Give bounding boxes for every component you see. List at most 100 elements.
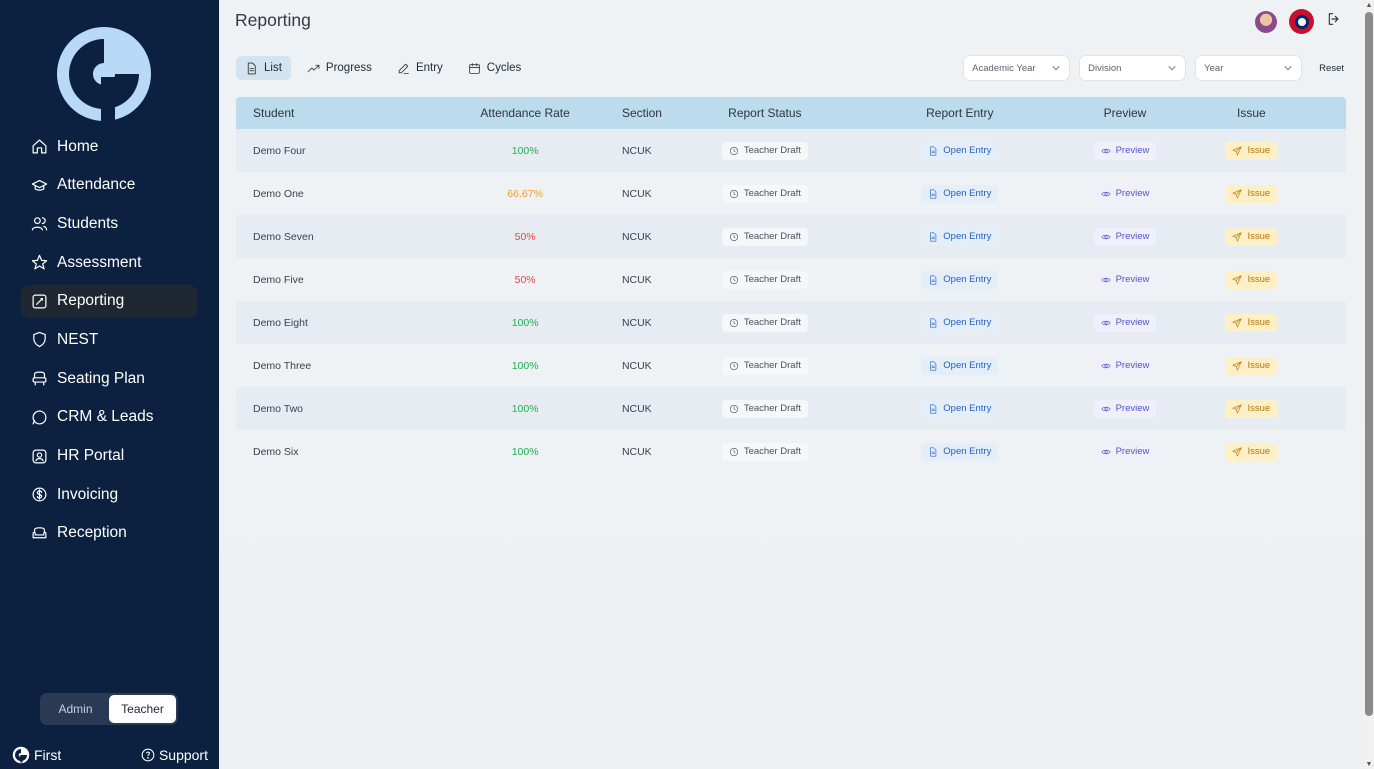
preview-button[interactable]: Preview <box>1093 442 1157 461</box>
student-name: Demo Six <box>253 445 299 458</box>
preview-button[interactable]: Preview <box>1093 313 1157 332</box>
document-icon <box>930 189 937 198</box>
column-header-report-status[interactable]: Report Status <box>703 106 826 120</box>
open-entry-button[interactable]: Open Entry <box>921 356 999 375</box>
preview-label: Preview <box>1115 360 1150 371</box>
preview-button[interactable]: Preview <box>1093 227 1157 246</box>
report-status-cell: Teacher Draft <box>703 442 826 461</box>
report-status-cell: Teacher Draft <box>703 313 826 332</box>
avatar[interactable] <box>1255 10 1277 33</box>
academic-year-select[interactable]: Academic Year <box>963 55 1071 81</box>
open-entry-button[interactable]: Open Entry <box>921 442 999 461</box>
division-select[interactable]: Division <box>1079 55 1187 81</box>
section: NCUK <box>621 273 652 286</box>
open-entry-label: Open Entry <box>943 317 992 328</box>
scroll-up-icon[interactable]: ▲ <box>1365 1 1373 9</box>
sidebar-item-attendance[interactable]: Attendance <box>21 169 197 202</box>
status-label: Teacher Draft <box>743 403 801 414</box>
column-header-attendance-rate[interactable]: Attendance Rate <box>442 106 608 120</box>
attendance-rate: 100% <box>511 402 539 415</box>
view-tabs: List Progress Entry Cycles <box>236 56 530 80</box>
select-value: Year <box>1204 62 1224 74</box>
sofa-icon <box>30 524 48 542</box>
issue-button[interactable]: Issue <box>1225 442 1278 461</box>
scroll-down-icon[interactable]: ▼ <box>1365 760 1373 768</box>
table-row: Demo Six 100% NCUK Teacher Draft Open En… <box>236 430 1346 473</box>
clock-icon <box>729 232 738 241</box>
preview-label: Preview <box>1115 145 1150 156</box>
preview-cell: Preview <box>1093 313 1157 332</box>
open-entry-button[interactable]: Open Entry <box>921 399 999 418</box>
sidebar-item-assessment[interactable]: Assessment <box>21 246 197 279</box>
tab-cycles[interactable]: Cycles <box>459 56 531 80</box>
eye-icon <box>1101 191 1111 196</box>
tab-list[interactable]: List <box>236 56 291 80</box>
sidebar-item-label: NEST <box>57 330 99 348</box>
status-label: Teacher Draft <box>743 188 801 199</box>
issue-button[interactable]: Issue <box>1225 313 1278 332</box>
preview-button[interactable]: Preview <box>1093 356 1157 375</box>
attendance-rate: 50% <box>514 273 536 286</box>
table-body: Demo Four 100% NCUK Teacher Draft Open E… <box>236 129 1346 473</box>
issue-cell: Issue <box>1157 356 1346 375</box>
status-badge: Teacher Draft <box>721 356 808 375</box>
brand-logo-icon <box>12 746 30 764</box>
sidebar-item-students[interactable]: Students <box>21 207 197 240</box>
column-header-section[interactable]: Section <box>608 106 703 120</box>
year-select[interactable]: Year <box>1195 55 1303 81</box>
preview-button[interactable]: Preview <box>1093 270 1157 289</box>
issue-button[interactable]: Issue <box>1225 356 1278 375</box>
role-admin-button[interactable]: Admin <box>42 695 109 723</box>
preview-button[interactable]: Preview <box>1093 184 1157 203</box>
sidebar-item-nest[interactable]: NEST <box>21 323 197 356</box>
sidebar-item-invoicing[interactable]: Invoicing <box>21 478 197 511</box>
sidebar-item-reception[interactable]: Reception <box>21 517 197 550</box>
tab-progress[interactable]: Progress <box>298 56 381 80</box>
sidebar: Home Attendance Students Assessment Repo… <box>0 0 219 769</box>
column-header-issue[interactable]: Issue <box>1157 106 1346 120</box>
preview-button[interactable]: Preview <box>1093 399 1157 418</box>
open-entry-button[interactable]: Open Entry <box>921 270 999 289</box>
sidebar-item-seating-plan[interactable]: Seating Plan <box>21 362 197 395</box>
chat-icon <box>30 408 48 426</box>
report-status-cell: Teacher Draft <box>703 270 826 289</box>
open-entry-button[interactable]: Open Entry <box>921 313 999 332</box>
reports-table: Student Attendance Rate Section Report S… <box>236 97 1346 473</box>
reset-button[interactable]: Reset <box>1319 63 1344 74</box>
language-flag-icon[interactable] <box>1289 9 1314 34</box>
preview-cell: Preview <box>1093 227 1157 246</box>
sidebar-item-crm-leads[interactable]: CRM & Leads <box>21 401 197 434</box>
column-header-report-entry[interactable]: Report Entry <box>826 106 1093 120</box>
issue-button[interactable]: Issue <box>1225 227 1278 246</box>
attendance-rate: 100% <box>511 445 539 458</box>
brand-link[interactable]: First <box>12 746 61 764</box>
role-teacher-button[interactable]: Teacher <box>109 695 176 723</box>
scroll-thumb[interactable] <box>1365 12 1373 716</box>
report-status-cell: Teacher Draft <box>703 141 826 160</box>
sidebar-item-label: Reporting <box>57 292 125 310</box>
page-scrollbar[interactable]: ▲ ▼ <box>1364 0 1374 769</box>
sidebar-item-home[interactable]: Home <box>21 130 197 163</box>
column-header-student[interactable]: Student <box>236 106 442 120</box>
open-entry-button[interactable]: Open Entry <box>921 184 999 203</box>
issue-button[interactable]: Issue <box>1225 399 1278 418</box>
app-logo[interactable] <box>57 27 151 121</box>
tab-entry[interactable]: Entry <box>388 56 452 80</box>
issue-button[interactable]: Issue <box>1225 184 1278 203</box>
clock-icon <box>729 361 738 370</box>
sidebar-item-reporting[interactable]: Reporting <box>21 284 197 318</box>
issue-button[interactable]: Issue <box>1225 141 1278 160</box>
eye-icon <box>1101 148 1111 153</box>
open-entry-button[interactable]: Open Entry <box>921 141 999 160</box>
preview-button[interactable]: Preview <box>1093 141 1157 160</box>
attendance-rate: 100% <box>511 359 539 372</box>
column-header-preview[interactable]: Preview <box>1093 106 1156 120</box>
open-entry-button[interactable]: Open Entry <box>921 227 999 246</box>
status-badge: Teacher Draft <box>721 141 808 160</box>
sidebar-item-hr-portal[interactable]: HR Portal <box>21 440 197 473</box>
student-name: Demo Four <box>253 144 306 157</box>
support-link[interactable]: Support <box>141 747 208 763</box>
logout-icon[interactable] <box>1326 11 1342 32</box>
report-status-cell: Teacher Draft <box>703 399 826 418</box>
issue-button[interactable]: Issue <box>1225 270 1278 289</box>
